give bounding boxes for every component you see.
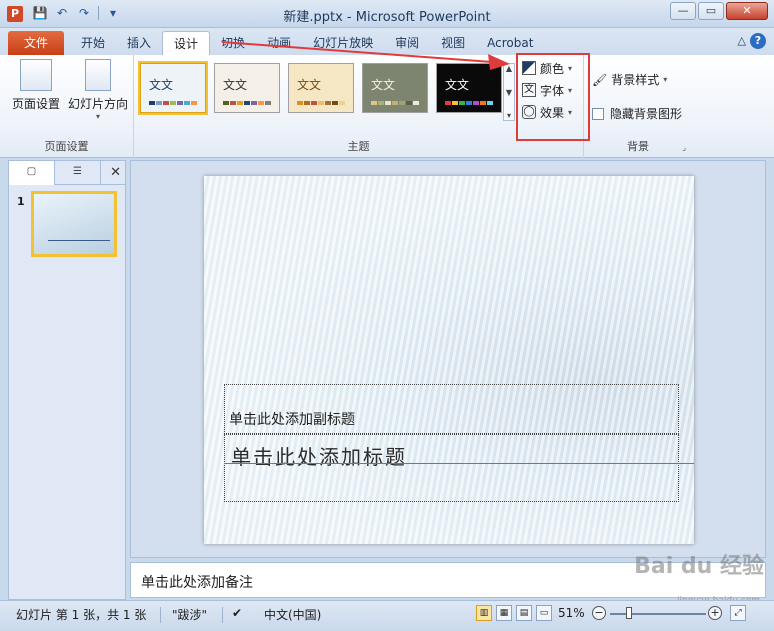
title-placeholder-text: 单击此处添加标题 (231, 445, 407, 469)
ribbon-tabs: 文件 开始 插入 设计 切换 动画 幻灯片放映 审阅 视图 Acrobat △ … (0, 28, 774, 55)
chevron-down-icon: ▾ (663, 75, 668, 84)
scroll-up-icon[interactable]: ▲ (504, 64, 514, 73)
theme-thumbnail[interactable]: 文文 (288, 63, 354, 113)
theme-preview-text: 文文 (445, 78, 470, 92)
tab-design[interactable]: 设计 (162, 31, 211, 55)
theme-preview-text: 文文 (223, 78, 248, 92)
tab-file[interactable]: 文件 (8, 31, 64, 55)
tab-view[interactable]: 视图 (430, 31, 476, 55)
zoom-slider[interactable] (610, 613, 706, 615)
theme-thumbnail[interactable]: 文文 (362, 63, 428, 113)
group-page-setup: 页面设置 幻灯片方向 ▾ 页面设置 (0, 55, 134, 158)
theme-preview-text: 文文 (371, 78, 396, 92)
page-setup-button[interactable]: 页面设置 (8, 59, 64, 112)
zoom-in-button[interactable]: + (708, 606, 722, 620)
slide-canvas[interactable]: 单击此处添加副标题 单击此处添加标题 (204, 176, 694, 544)
tab-home[interactable]: 开始 (70, 31, 116, 55)
theme-thumbnail[interactable]: 文文 (214, 63, 280, 113)
slide-sorter-button[interactable]: ▦ (496, 605, 512, 621)
minimize-button[interactable]: — (670, 2, 696, 20)
zoom-slider-thumb[interactable] (626, 607, 632, 619)
window-controls: — ▭ ✕ (670, 2, 768, 20)
maximize-button[interactable]: ▭ (698, 2, 724, 20)
normal-view-button[interactable]: ▥ (476, 605, 492, 621)
language-status[interactable]: 中文(中国) (264, 606, 321, 623)
slideshow-button[interactable]: ▭ (536, 605, 552, 621)
page-setup-group-label: 页面设置 (44, 140, 89, 153)
slide-orientation-label: 幻灯片方向 (67, 97, 128, 111)
tab-animations[interactable]: 动画 (256, 31, 302, 55)
status-bar: 幻灯片 第 1 张，共 1 张 "跋涉" ✔ 中文(中国) ▥ ▦ ▤ ▭ 51… (0, 600, 774, 631)
gallery-more-icon[interactable]: ▾ (504, 111, 514, 120)
tab-transitions[interactable]: 切换 (210, 31, 256, 55)
chevron-down-icon: ▾ (95, 112, 100, 121)
slide-orientation-icon (85, 59, 111, 91)
title-placeholder[interactable]: 单击此处添加标题 (224, 434, 679, 502)
themes-gallery: 文文 文文 文文 文文 文文 (138, 61, 502, 115)
title-rule-line (224, 463, 694, 464)
dialog-launcher-icon[interactable]: ⌟ (682, 143, 686, 152)
theme-gallery-scroll[interactable]: ▲ ▼ ▾ (503, 63, 515, 121)
page-setup-icon (20, 59, 52, 91)
theme-name-status: "跋涉" (172, 608, 208, 622)
paint-bucket-icon: 🖌 (592, 72, 608, 87)
theme-preview-text: 文文 (149, 78, 174, 92)
tab-review[interactable]: 审阅 (384, 31, 430, 55)
theme-color-swatches (149, 101, 197, 105)
tab-insert[interactable]: 插入 (116, 31, 162, 55)
background-styles-label: 背景样式 (611, 73, 660, 87)
background-group-label: 背景 (627, 140, 649, 153)
close-button[interactable]: ✕ (726, 2, 768, 20)
background-styles-button[interactable]: 🖌 背景样式 ▾ (592, 71, 667, 88)
subtitle-placeholder-text: 单击此处添加副标题 (229, 412, 355, 428)
theme-color-swatches (223, 101, 271, 105)
fit-to-window-button[interactable]: ⤢ (730, 605, 746, 621)
ribbon-design: 页面设置 幻灯片方向 ▾ 页面设置 主题 文文 文文 文文 文文 文文 ▲ ▼ … (0, 55, 774, 158)
slides-tab[interactable]: ▢ (9, 161, 55, 185)
theme-color-swatches (371, 101, 419, 105)
theme-preview-text: 文文 (297, 78, 322, 92)
theme-thumbnail[interactable]: 文文 (436, 63, 502, 113)
title-bar: P 💾 ↶ ↷ ▾ 新建.pptx - Microsoft PowerPoint… (0, 0, 774, 28)
tab-slideshow[interactable]: 幻灯片放映 (302, 31, 384, 55)
minimize-ribbon-icon[interactable]: △ (738, 34, 746, 47)
annotation-highlight-box (516, 53, 590, 141)
theme-thumbnail[interactable]: 文文 (138, 61, 208, 115)
hide-background-graphics-label: 隐藏背景图形 (610, 107, 683, 121)
reading-view-button[interactable]: ▤ (516, 605, 532, 621)
zoom-level[interactable]: 51% (558, 606, 585, 620)
tab-acrobat[interactable]: Acrobat (476, 31, 544, 55)
outline-tab[interactable]: ☰ (55, 161, 101, 185)
watermark-logo: Bai du 经验 (634, 554, 764, 579)
slide-thumbnail[interactable] (31, 191, 117, 257)
slide-number: 1 (17, 195, 25, 208)
subtitle-placeholder[interactable]: 单击此处添加副标题 (224, 384, 679, 434)
hide-background-graphics[interactable]: 隐藏背景图形 (592, 105, 682, 122)
theme-color-swatches (297, 101, 345, 105)
zoom-out-button[interactable]: − (592, 606, 606, 620)
help-icon[interactable]: ? (750, 33, 766, 49)
spell-check-icon[interactable]: ✔ (232, 606, 242, 620)
close-panel-icon[interactable]: ✕ (110, 165, 121, 180)
slide-count-status: 幻灯片 第 1 张，共 1 张 (16, 608, 147, 622)
theme-color-swatches (445, 101, 493, 105)
slide-editing-area: 单击此处添加副标题 单击此处添加标题 (130, 160, 766, 558)
slide-orientation-button[interactable]: 幻灯片方向 ▾ (66, 59, 130, 121)
notes-placeholder: 单击此处添加备注 (141, 575, 253, 591)
scroll-down-icon[interactable]: ▼ (504, 88, 514, 97)
window-title: 新建.pptx - Microsoft PowerPoint (283, 10, 491, 25)
slides-panel: ▢ ☰ ✕ 1 (8, 160, 126, 600)
hide-background-graphics-checkbox[interactable] (592, 107, 604, 120)
page-setup-label: 页面设置 (11, 97, 60, 111)
